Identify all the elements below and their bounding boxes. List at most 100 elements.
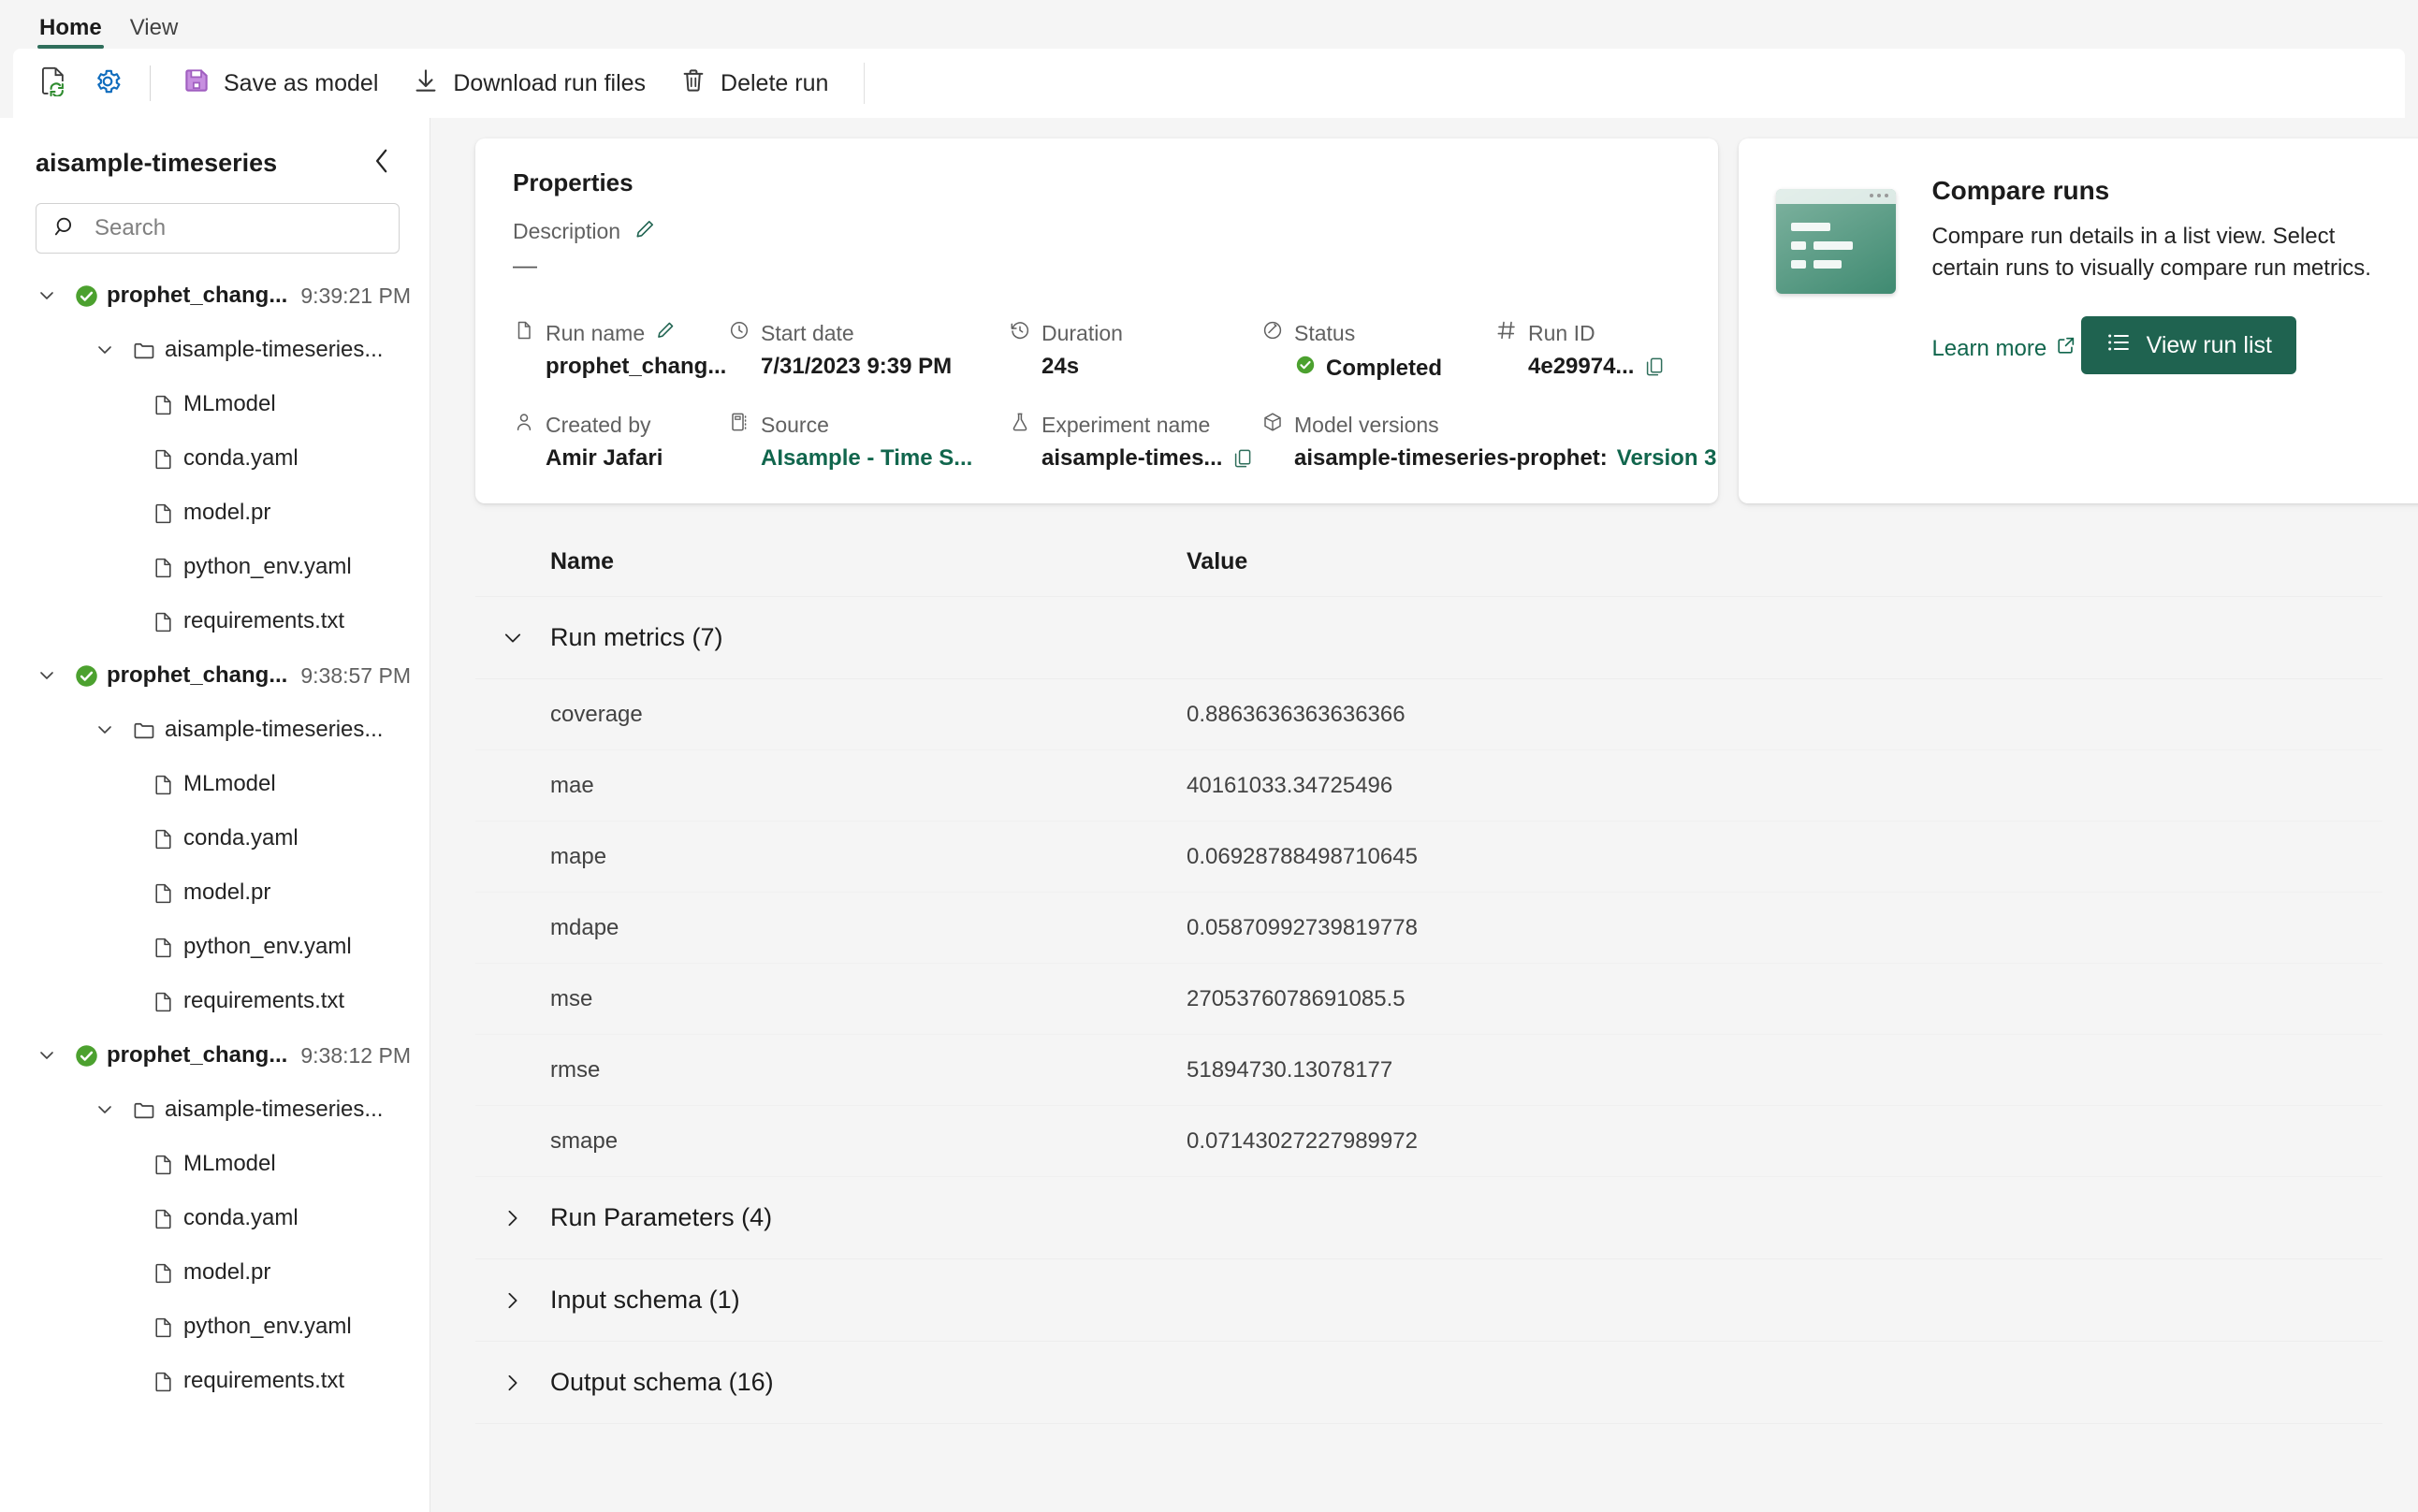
chevron-down-icon[interactable] <box>86 720 124 739</box>
cube-icon <box>1261 411 1284 439</box>
sidebar-title: aisample-timeseries <box>36 149 278 177</box>
clock-icon <box>728 319 750 347</box>
check-circle-icon <box>66 1043 107 1069</box>
learn-more-link[interactable]: Learn more <box>1931 335 2076 362</box>
pencil-icon[interactable] <box>655 320 676 346</box>
model-version-link[interactable]: Version 3 <box>1617 445 1717 472</box>
table-section-label: Output schema (16) <box>550 1368 774 1396</box>
delete-run-button[interactable]: Delete run <box>664 58 843 109</box>
tab-home[interactable]: Home <box>28 17 113 49</box>
copy-icon[interactable] <box>1643 356 1666 378</box>
property-value-row: 4e29974... <box>1528 354 1666 380</box>
tree-file-row[interactable]: conda.yaml <box>0 431 430 486</box>
history-icon <box>1009 319 1031 347</box>
file-name-label: conda.yaml <box>183 1205 299 1230</box>
settings-button[interactable] <box>82 58 133 109</box>
tree-file-row[interactable]: model.pr <box>0 486 430 540</box>
chevron-down-icon[interactable] <box>86 341 124 359</box>
property-value: aisample-times... <box>1041 445 1223 471</box>
tree-file-row[interactable]: model.pr <box>0 1245 430 1300</box>
tree-file-row[interactable]: conda.yaml <box>0 1191 430 1245</box>
table-section-label: Run metrics (7) <box>550 623 723 651</box>
table-section-row[interactable]: Input schema (1) <box>475 1259 2382 1342</box>
download-run-files-button[interactable]: Download run files <box>397 58 661 109</box>
table-header-row: Name Value <box>475 548 2382 597</box>
chevron-right-icon[interactable] <box>475 1372 550 1394</box>
tree-file-row[interactable]: conda.yaml <box>0 811 430 865</box>
description-label: Description <box>513 219 621 243</box>
tree-folder-row[interactable]: aisample-timeseries... <box>0 323 430 377</box>
property-label-row: Model versions <box>1261 411 1480 439</box>
chevron-right-icon[interactable] <box>475 1289 550 1312</box>
search-input[interactable] <box>93 214 382 242</box>
tree-run-row[interactable]: prophet_chang... 9:39:21 PM <box>0 269 430 323</box>
tree-file-row[interactable]: python_env.yaml <box>0 920 430 974</box>
tab-view[interactable]: View <box>119 17 190 49</box>
file-name-label: python_env.yaml <box>183 1314 352 1339</box>
properties-title: Properties <box>513 168 634 196</box>
file-icon <box>142 447 183 471</box>
tree-folder-row[interactable]: aisample-timeseries... <box>0 1083 430 1137</box>
metric-name: rmse <box>550 1056 601 1083</box>
person-icon <box>513 411 535 439</box>
file-icon <box>142 1207 183 1230</box>
view-run-list-button[interactable]: View run list <box>2080 316 2296 375</box>
file-icon <box>142 502 183 525</box>
property-value: Amir Jafari <box>546 445 663 471</box>
tree-folder-row[interactable]: aisample-timeseries... <box>0 703 430 757</box>
tree-run-row[interactable]: prophet_chang... 9:38:12 PM <box>0 1028 430 1083</box>
tree-file-row[interactable]: requirements.txt <box>0 1354 430 1408</box>
chevron-down-icon[interactable] <box>86 1100 124 1119</box>
file-icon <box>142 1153 183 1176</box>
sidebar-collapse-button[interactable] <box>364 142 400 184</box>
chevron-down-icon[interactable] <box>28 666 66 685</box>
search-box[interactable] <box>36 203 400 254</box>
sidebar-header: aisample-timeseries <box>0 118 430 194</box>
property-value[interactable]: AIsample - Time S... <box>761 445 972 472</box>
table-section-row[interactable]: Run metrics (7) <box>475 597 2382 679</box>
tree-file-row[interactable]: python_env.yaml <box>0 540 430 594</box>
page-body: aisample-timeseries prophet_chang... 9:39… <box>0 118 2418 1512</box>
pencil-icon[interactable] <box>634 218 656 245</box>
save-as-model-label: Save as model <box>224 69 379 96</box>
toolbar-divider <box>150 65 151 101</box>
property-label: Start date <box>761 320 854 345</box>
chevron-down-icon[interactable] <box>28 286 66 305</box>
tree-file-row[interactable]: model.pr <box>0 865 430 920</box>
chevron-down-icon[interactable] <box>475 627 550 649</box>
chevron-down-icon[interactable] <box>28 1046 66 1065</box>
table-row: mse 2705376078691085.5 <box>475 964 2382 1035</box>
tree-file-row[interactable]: MLmodel <box>0 377 430 431</box>
table-section-row[interactable]: Output schema (16) <box>475 1342 2382 1424</box>
save-as-model-button[interactable]: Save as model <box>168 58 393 109</box>
file-name-label: model.pr <box>183 500 271 525</box>
file-icon <box>142 990 183 1013</box>
table-row: mae 40161033.34725496 <box>475 750 2382 821</box>
property-value-row: AIsample - Time S... <box>761 445 994 472</box>
property-label: Model versions <box>1294 412 1439 437</box>
tree-file-row[interactable]: MLmodel <box>0 757 430 811</box>
property-field: Experiment name aisample-times... <box>1009 411 1261 472</box>
delete-run-label: Delete run <box>721 69 829 96</box>
property-label-row: Status <box>1261 319 1480 347</box>
tree-file-row[interactable]: python_env.yaml <box>0 1300 430 1354</box>
tree-file-row[interactable]: requirements.txt <box>0 594 430 648</box>
property-label: Experiment name <box>1041 412 1211 437</box>
property-value: Completed <box>1326 355 1443 381</box>
tree-file-row[interactable]: requirements.txt <box>0 974 430 1028</box>
metric-value: 51894730.13078177 <box>1187 1056 1393 1083</box>
property-value: aisample-timeseries-prophet: <box>1294 445 1608 471</box>
refresh-document-button[interactable] <box>28 58 79 109</box>
tree-run-row[interactable]: prophet_chang... 9:38:57 PM <box>0 648 430 703</box>
property-label-row: Start date <box>728 319 994 347</box>
copy-icon[interactable] <box>1231 447 1254 470</box>
tree-file-row[interactable]: MLmodel <box>0 1137 430 1191</box>
property-field: Run name prophet_chang... <box>513 319 728 383</box>
chevron-right-icon[interactable] <box>475 1207 550 1229</box>
metrics-table: Name Value Run metrics (7) coverage 0.8863… <box>430 503 2418 1424</box>
properties-card: Properties Description — Run name prophet… <box>475 138 1719 503</box>
settings-gear-icon <box>93 66 123 101</box>
table-section-row[interactable]: Run Parameters (4) <box>475 1177 2382 1259</box>
property-label: Run ID <box>1528 320 1595 345</box>
document-icon <box>513 319 535 347</box>
